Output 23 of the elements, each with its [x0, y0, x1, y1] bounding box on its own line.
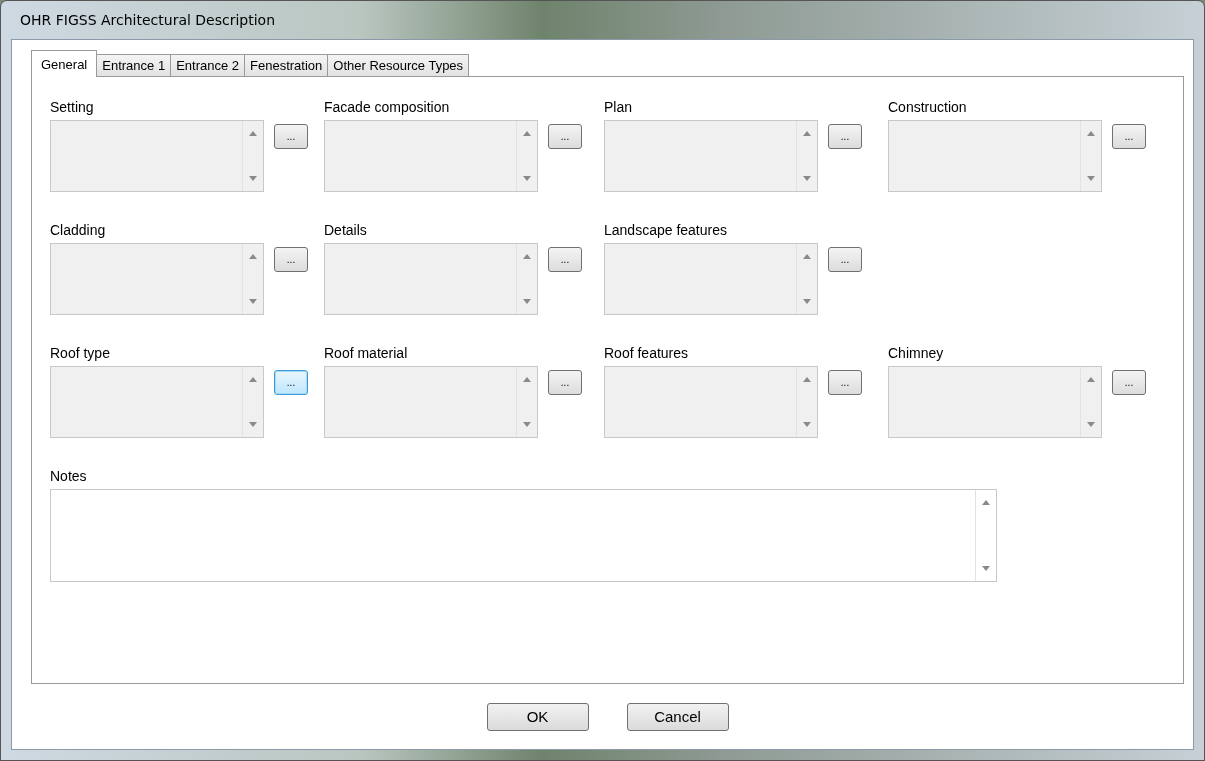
field-label: Landscape features — [604, 222, 728, 238]
field-label: Chimney — [888, 345, 945, 361]
field-label: Roof features — [604, 345, 690, 361]
scroll-up-icon[interactable] — [982, 500, 990, 505]
tab[interactable]: Entrance 1 — [96, 54, 172, 76]
tab[interactable]: Fenestration — [244, 54, 329, 76]
notes-area[interactable] — [50, 489, 997, 582]
field-label: Notes — [50, 468, 88, 484]
field-label: Construction — [888, 99, 968, 115]
window-title: OHR FIGSS Architectural Description — [20, 12, 276, 28]
tab[interactable]: Entrance 2 — [170, 54, 245, 76]
field-label: Plan — [604, 99, 634, 115]
field-label: Details — [324, 222, 368, 238]
field-label: Cladding — [50, 222, 107, 238]
tab[interactable]: Other Resource Types — [327, 54, 470, 76]
field-label: Facade composition — [324, 99, 451, 115]
dialog-button[interactable]: Cancel — [626, 702, 729, 731]
scroll-down-icon[interactable] — [982, 566, 990, 571]
field-label: Roof type — [50, 345, 111, 361]
tab[interactable]: General — [31, 50, 98, 77]
field-label: Roof material — [324, 345, 409, 361]
field-label: Setting — [50, 99, 95, 115]
dialog-button[interactable]: OK — [486, 702, 589, 731]
